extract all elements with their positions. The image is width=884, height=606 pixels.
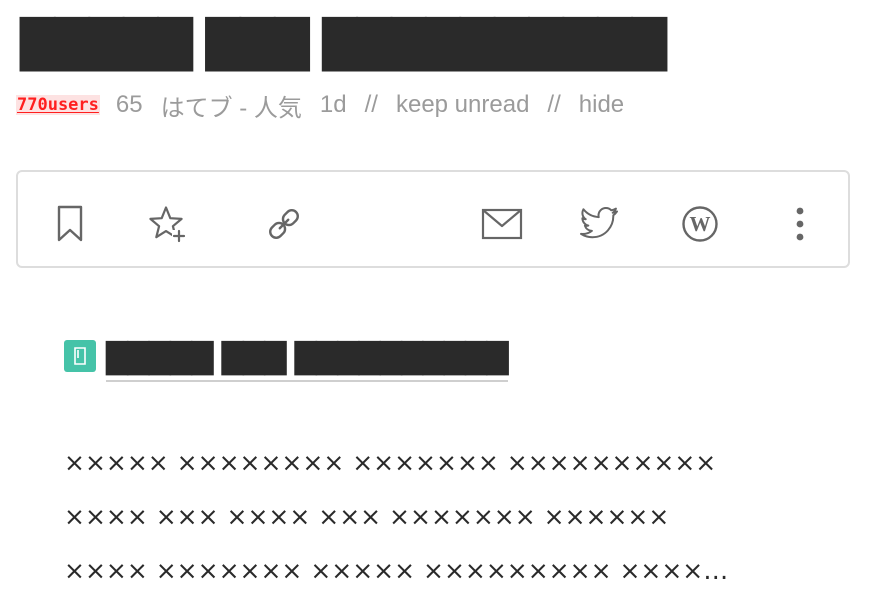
excerpt-line: ×××× ××××××× ××××× ××××××××× ××××… [64, 556, 729, 585]
keep-unread-link[interactable]: keep unread [396, 91, 529, 119]
separator: // [547, 91, 561, 118]
email-share-button[interactable] [480, 204, 524, 244]
entry-meta: 770users 65 はてブ - 人気 1d // keep unread /… [16, 88, 642, 122]
excerpt-line: ×××× ××× ×××× ××× ××××××× ×××××× [64, 502, 670, 531]
copy-link-button[interactable] [264, 204, 304, 244]
star-plus-icon [149, 206, 186, 243]
action-toolbar: W [16, 170, 850, 268]
bookmark-count: 65 [115, 91, 143, 118]
bookmark-icon [57, 205, 83, 242]
twitter-icon [580, 207, 618, 239]
card-excerpt: ××××× ×××××××× ××××××× ×××××××××× ×××× ×… [64, 436, 784, 598]
link-icon [269, 209, 299, 239]
twitter-share-button[interactable] [580, 204, 620, 244]
hide-link[interactable]: hide [579, 91, 624, 119]
more-vertical-icon [796, 207, 804, 241]
separator: // [364, 91, 378, 118]
add-star-button[interactable] [148, 204, 188, 244]
svg-text:W: W [690, 212, 711, 236]
mail-icon [481, 208, 523, 240]
excerpt-line: ××××× ×××××××× ××××××× ×××××××××× [64, 448, 717, 477]
bookmark-button[interactable] [50, 204, 90, 244]
entry-title[interactable]: █████ ███ ██████████ [20, 16, 667, 72]
card-title-link[interactable]: █████ ███ ██████████ [106, 336, 509, 382]
category-label: はてブ - 人気 [160, 94, 302, 122]
wordpress-icon: W [682, 206, 718, 242]
users-count-link[interactable]: 770users [16, 95, 100, 115]
entry-age: 1d [319, 91, 347, 118]
wordpress-share-button[interactable]: W [680, 204, 720, 244]
document-icon [64, 340, 96, 372]
more-options-button[interactable] [780, 204, 820, 244]
